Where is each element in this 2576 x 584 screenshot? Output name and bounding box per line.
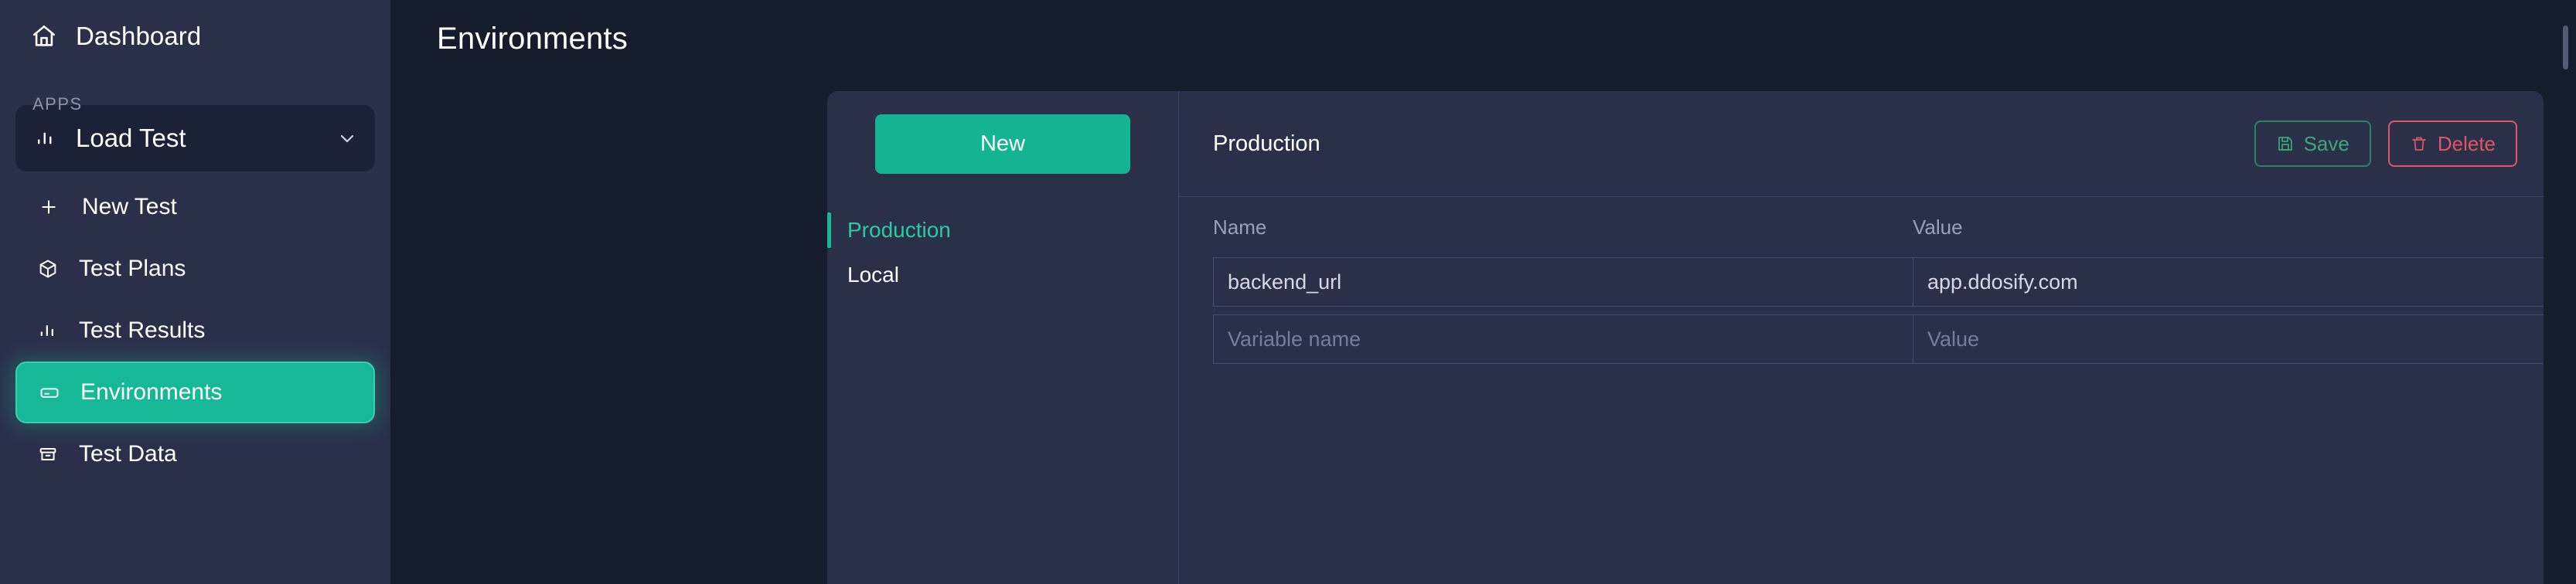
- chevron-down-icon[interactable]: [336, 127, 358, 149]
- detail-header-actions: Save Delete: [2254, 121, 2517, 167]
- environment-list-column: New Production Local: [827, 91, 1179, 584]
- new-environment-button[interactable]: New: [875, 114, 1130, 174]
- plus-icon: [39, 197, 59, 217]
- bar-chart-icon: [37, 320, 59, 341]
- sidebar-item-label: Test Results: [79, 317, 206, 343]
- environment-item-label: Local: [847, 263, 899, 287]
- new-variable-value-input[interactable]: [1913, 314, 2544, 364]
- environment-detail-column: Production Save Delete Name Value backen…: [1179, 91, 2544, 584]
- home-icon: [31, 23, 57, 49]
- sidebar-nav: New Test Test Plans Test Results Environ…: [0, 176, 390, 485]
- sidebar-item-dashboard[interactable]: Dashboard: [0, 11, 390, 62]
- variables-table: Name Value Type String: [1179, 197, 2544, 372]
- delete-button-label: Delete: [2437, 131, 2496, 155]
- main-content: Environments New Production Local Produc…: [390, 0, 2576, 584]
- delete-button[interactable]: Delete: [2387, 121, 2517, 167]
- server-icon: [39, 382, 60, 403]
- package-icon: [37, 258, 59, 280]
- bar-chart-icon: [34, 127, 57, 150]
- environment-item-production[interactable]: Production: [827, 208, 1178, 253]
- save-button-label: Save: [2303, 131, 2349, 155]
- environment-list: Production Local: [827, 197, 1178, 297]
- variable-value-input[interactable]: [1913, 257, 2544, 307]
- variable-name-input[interactable]: [1213, 257, 1913, 307]
- sidebar-item-test-results[interactable]: Test Results: [15, 300, 375, 362]
- sidebar-item-label: New Test: [82, 194, 177, 219]
- save-button[interactable]: Save: [2254, 121, 2371, 167]
- table-row: String ✕: [1179, 257, 2544, 307]
- environment-detail-title: Production: [1213, 131, 1320, 156]
- sidebar-section-apps: APPS: [32, 94, 83, 114]
- sidebar-item-label: Environments: [80, 379, 223, 405]
- sidebar-item-new-test[interactable]: New Test: [15, 176, 375, 238]
- variables-table-header: Name Value Type: [1179, 197, 2544, 257]
- archive-icon: [37, 443, 59, 465]
- sidebar-app-selector[interactable]: Load Test: [15, 105, 375, 171]
- sidebar-app-selector-label: Load Test: [76, 124, 186, 152]
- environments-panel: New Production Local Production Save Del…: [827, 91, 2544, 584]
- sidebar: Dashboard APPS Load Test New Test Test P…: [0, 0, 390, 584]
- floppy-disk-icon: [2276, 134, 2295, 153]
- sidebar-item-label: Test Plans: [79, 256, 186, 281]
- sidebar-item-label: Dashboard: [76, 22, 202, 50]
- column-header-name: Name: [1213, 215, 1267, 239]
- table-row-new: [1179, 314, 2544, 364]
- sidebar-item-label: Test Data: [79, 441, 177, 467]
- sidebar-item-environments[interactable]: Environments: [15, 362, 375, 423]
- new-variable-name-input[interactable]: [1213, 314, 1913, 364]
- environment-item-local[interactable]: Local: [827, 253, 1178, 297]
- page-title: Environments: [437, 22, 628, 56]
- environment-list-header: New: [827, 91, 1178, 197]
- sidebar-item-test-plans[interactable]: Test Plans: [15, 238, 375, 300]
- environment-item-label: Production: [847, 218, 951, 242]
- trash-icon: [2410, 134, 2428, 153]
- page-scrollbar-thumb[interactable]: [2563, 25, 2568, 70]
- column-header-value: Value: [1913, 215, 1963, 239]
- environment-detail-header: Production Save Delete: [1179, 91, 2544, 197]
- page-scrollbar[interactable]: [2562, 0, 2571, 584]
- sidebar-item-test-data[interactable]: Test Data: [15, 423, 375, 485]
- app-root: Dashboard APPS Load Test New Test Test P…: [0, 0, 2576, 584]
